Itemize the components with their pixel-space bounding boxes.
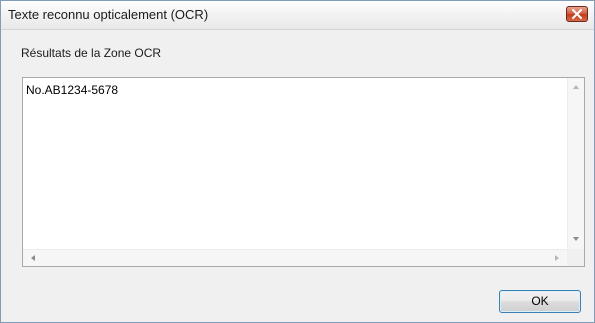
ocr-dialog-window: Texte reconnu opticalement (OCR) Résulta… [0, 0, 595, 323]
close-button[interactable] [566, 6, 588, 22]
scrollbar-corner [567, 249, 584, 266]
vertical-scrollbar[interactable] [567, 78, 584, 249]
ocr-text-content[interactable]: No.AB1234-5678 [26, 83, 118, 97]
window-title: Texte reconnu opticalement (OCR) [8, 7, 209, 22]
title-bar[interactable]: Texte reconnu opticalement (OCR) [1, 1, 594, 30]
ocr-text-area[interactable]: No.AB1234-5678 [22, 77, 585, 267]
ok-button[interactable]: OK [499, 290, 581, 313]
scroll-left-arrow-icon[interactable] [31, 255, 35, 261]
ocr-results-label: Résultats de la Zone OCR [21, 46, 162, 60]
scroll-up-arrow-icon[interactable] [573, 85, 579, 89]
horizontal-scrollbar[interactable] [23, 249, 567, 266]
close-icon [572, 9, 582, 19]
scroll-down-arrow-icon[interactable] [573, 237, 579, 241]
scroll-right-arrow-icon[interactable] [555, 255, 559, 261]
